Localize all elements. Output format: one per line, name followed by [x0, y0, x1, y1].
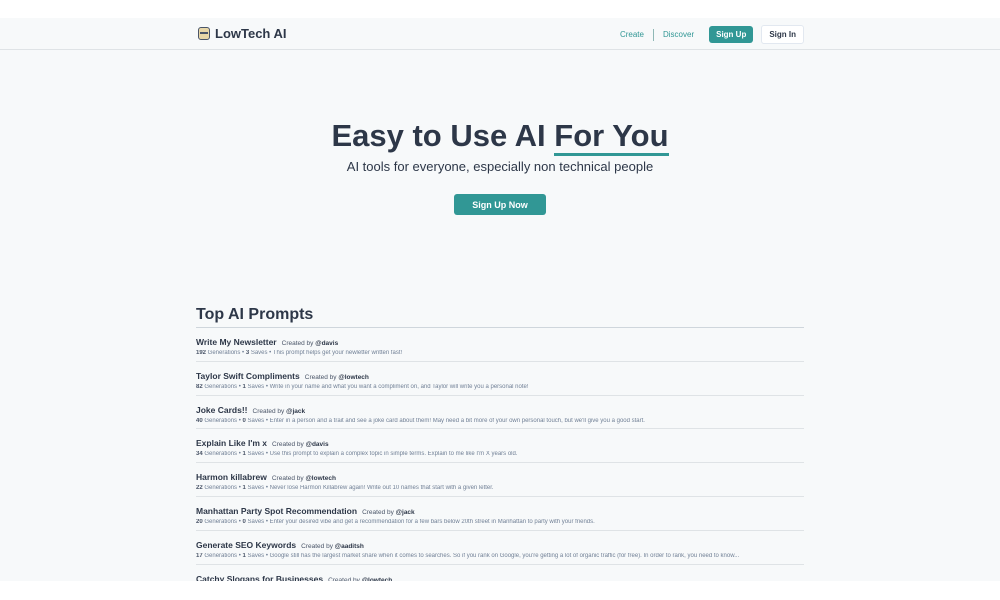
prompt-row[interactable]: Harmon killabrew Created by @lowtech 22 Ge… — [196, 463, 804, 497]
sign-up-now-button[interactable]: Sign Up Now — [454, 194, 546, 215]
prompt-row[interactable]: Joke Cards!! Created by @jack 40 Generatio… — [196, 396, 804, 430]
prompt-heading: Explain Like I'm x Created by @davis — [196, 438, 804, 448]
author-handle[interactable]: @jack — [396, 509, 415, 516]
prompt-heading: Joke Cards!! Created by @jack — [196, 405, 804, 415]
author-handle[interactable]: @davis — [315, 340, 338, 347]
sign-in-button[interactable]: Sign In — [761, 25, 804, 44]
prompt-row[interactable]: Write My Newsletter Created by @davis 192 … — [196, 328, 804, 362]
prompt-heading: Catchy Slogans for Businesses Created by … — [196, 574, 804, 581]
author-handle[interactable]: @davis — [306, 441, 329, 448]
prompt-list: Write My Newsletter Created by @davis 192 … — [196, 328, 804, 581]
prompt-title[interactable]: Harmon killabrew — [196, 472, 267, 482]
sign-up-button[interactable]: Sign Up — [709, 26, 754, 43]
hero-subtitle: AI tools for everyone, especially non te… — [346, 159, 654, 174]
hero-title-highlight: For You — [554, 118, 669, 156]
prompt-meta: 20 Generations • 0 Saves • Enter your de… — [196, 518, 595, 525]
prompt-title[interactable]: Taylor Swift Compliments — [196, 371, 300, 381]
nav-create-link[interactable]: Create — [611, 30, 653, 39]
author-handle[interactable]: @aaditsh — [335, 543, 364, 550]
prompt-row[interactable]: Taylor Swift Compliments Created by @lowt… — [196, 362, 804, 396]
prompt-heading: Taylor Swift Compliments Created by @lowt… — [196, 371, 804, 381]
jar-logo-icon — [198, 27, 210, 40]
top-prompts-section: Top AI Prompts Write My Newsletter Create… — [196, 306, 804, 581]
prompt-title[interactable]: Write My Newsletter — [196, 337, 277, 347]
prompt-meta: 82 Generations • 1 Saves • Write in your… — [196, 383, 529, 390]
hero-title-main: Easy to Use AI — [331, 118, 555, 153]
prompt-title[interactable]: Explain Like I'm x — [196, 438, 267, 448]
brand-logo[interactable]: LowTech AI — [198, 26, 287, 41]
prompt-author: Created by @davis — [272, 441, 329, 449]
prompt-meta: 192 Generations • 3 Saves • This prompt … — [196, 350, 403, 356]
prompt-meta: 17 Generations • 1 Saves • Google still … — [196, 552, 740, 559]
prompt-meta: 22 Generations • 1 Saves • Never lose Ha… — [196, 485, 494, 492]
prompt-heading: Generate SEO Keywords Created by @aaditsh — [196, 540, 804, 550]
prompt-row[interactable]: Explain Like I'm x Created by @davis 34 Ge… — [196, 429, 804, 464]
brand-name: LowTech AI — [215, 26, 287, 41]
author-handle[interactable]: @jack — [286, 408, 305, 415]
prompt-row[interactable]: Generate SEO Keywords Created by @aaditsh… — [196, 531, 804, 565]
nav-discover-link[interactable]: Discover — [654, 30, 703, 39]
prompt-author: Created by @lowtech — [328, 577, 392, 581]
author-handle[interactable]: @lowtech — [338, 374, 369, 381]
prompt-meta: 34 Generations • 1 Saves • Use this prom… — [196, 451, 518, 458]
prompt-meta: 40 Generations • 0 Saves • Enter in a pe… — [196, 417, 645, 424]
prompt-title[interactable]: Manhattan Party Spot Recommendation — [196, 506, 357, 516]
prompt-author: Created by @lowtech — [304, 373, 369, 381]
prompt-author: Created by @jack — [362, 508, 415, 516]
prompt-row[interactable]: Catchy Slogans for Businesses Created by … — [196, 565, 804, 581]
prompt-title[interactable]: Generate SEO Keywords — [196, 540, 296, 550]
top-header: LowTech AI Create Discover Sign Up Sign … — [0, 18, 1000, 50]
author-handle[interactable]: @lowtech — [362, 577, 393, 581]
page-viewport: LowTech AI Create Discover Sign Up Sign … — [0, 18, 1000, 581]
top-nav: Create Discover Sign Up Sign In — [611, 25, 804, 44]
prompt-author: Created by @aaditsh — [301, 542, 364, 550]
hero-title: Easy to Use AI For You — [0, 118, 1000, 156]
prompt-author: Created by @davis — [281, 340, 339, 347]
prompt-heading: Write My Newsletter Created by @davis — [196, 337, 804, 347]
prompt-row[interactable]: Manhattan Party Spot Recommendation Creat… — [196, 497, 804, 531]
prompt-heading: Manhattan Party Spot Recommendation Creat… — [196, 506, 804, 516]
prompt-title[interactable]: Joke Cards!! — [196, 405, 248, 415]
prompt-title[interactable]: Catchy Slogans for Businesses — [196, 574, 323, 581]
prompt-heading: Harmon killabrew Created by @lowtech — [196, 472, 804, 482]
prompt-author: Created by @jack — [252, 407, 306, 415]
prompt-author: Created by @lowtech — [271, 475, 337, 483]
section-title: Top AI Prompts — [196, 306, 804, 328]
author-handle[interactable]: @lowtech — [305, 475, 336, 482]
